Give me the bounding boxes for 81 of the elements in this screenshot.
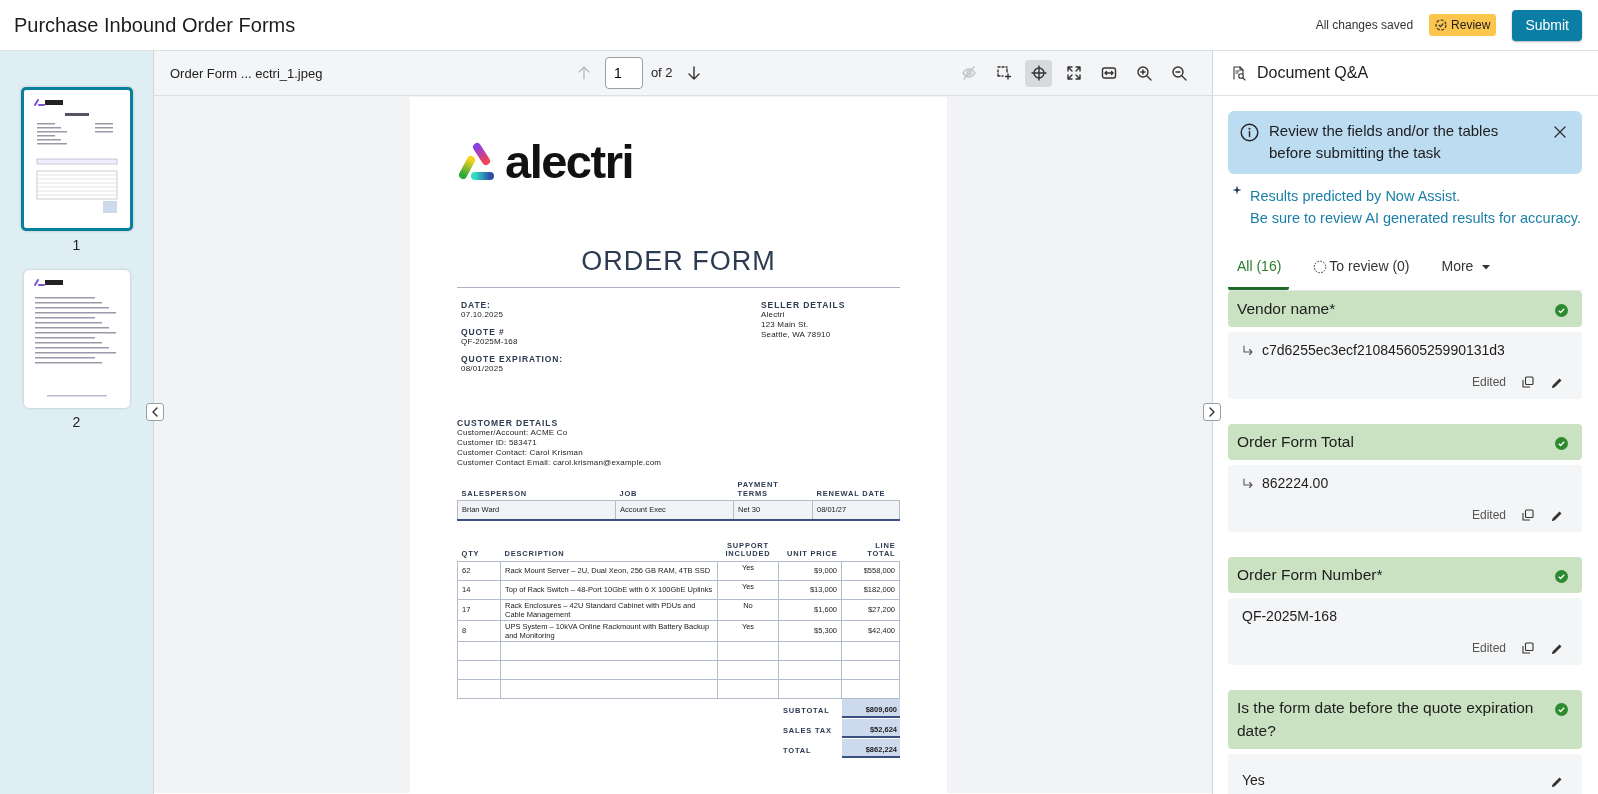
clock-check-icon	[1435, 19, 1448, 31]
copy-icon	[1522, 376, 1534, 388]
edit-status: Edited	[1471, 507, 1506, 524]
close-icon	[1554, 126, 1566, 138]
copy-button[interactable]	[1522, 509, 1534, 521]
return-arrow-icon	[1242, 477, 1254, 490]
field-value: 08/01/2025	[461, 364, 505, 374]
pencil-icon	[1550, 376, 1562, 388]
crosshair-tool[interactable]	[1025, 59, 1052, 87]
field-value: QF-2025M-168	[1242, 607, 1337, 626]
down-arrow-icon	[686, 65, 701, 81]
customer-detail: Customer Contact Email: carol.krisman@example.com	[457, 458, 663, 468]
chevron-right-icon	[1208, 407, 1216, 417]
field-label: Order Form Number*	[1237, 565, 1383, 585]
zoom-in-icon	[1135, 65, 1152, 81]
fit-width-icon	[1100, 65, 1117, 81]
collapse-panel-button[interactable]	[1203, 403, 1221, 421]
page-total: of 2	[650, 64, 673, 83]
info-icon	[1240, 123, 1259, 142]
expand-icon	[1065, 65, 1082, 81]
up-arrow-icon	[576, 65, 591, 81]
caret-icon	[1481, 263, 1492, 270]
company-logo-text: alectri	[505, 138, 633, 185]
crosshair-icon	[1030, 65, 1047, 81]
submit-button[interactable]: Submit	[1512, 9, 1582, 41]
customer-detail: Customer Contact: Carol Krisman	[457, 448, 584, 458]
copy-button[interactable]	[1522, 642, 1534, 654]
selection-icon	[995, 65, 1012, 81]
edit-button[interactable]	[1550, 376, 1562, 388]
page-title: Purchase Inbound Order Forms	[14, 13, 296, 37]
field-label: Order Form Total	[1237, 432, 1354, 452]
pencil-icon	[1550, 642, 1562, 654]
page-number: 1	[72, 236, 81, 255]
zoom-out-icon	[1170, 65, 1187, 81]
filter-tab[interactable]: More	[1432, 252, 1500, 290]
filter-tab[interactable]: To review (0)	[1304, 252, 1418, 290]
field-value: 07.10.2025	[461, 310, 505, 320]
field-label: QUOTE EXPIRATION:	[461, 354, 565, 364]
section-heading: CUSTOMER DETAILS	[457, 418, 559, 428]
page-thumbnail[interactable]	[20, 87, 133, 231]
page-input[interactable]: 1	[604, 57, 643, 89]
sparkle-icon	[1232, 185, 1242, 195]
field-value: c7d6255ec3ecf21084560525990131d3	[1262, 341, 1505, 360]
file-name: Order Form ... ectri_1.jpeg	[170, 66, 323, 81]
field-label: Is the form date before the quote expiration date?	[1237, 698, 1535, 741]
copy-icon	[1522, 642, 1534, 654]
page-number: 2	[72, 413, 81, 432]
field-value: Yes	[1242, 771, 1265, 790]
save-status: All changes saved	[1315, 17, 1414, 34]
edit-button[interactable]	[1550, 642, 1562, 654]
field-label: Vendor name*	[1237, 299, 1336, 319]
field-label: DATE:	[461, 300, 492, 310]
document-search-icon	[1231, 65, 1247, 81]
return-arrow-icon	[1242, 344, 1254, 357]
edit-status: Edited	[1471, 374, 1506, 391]
address-line: 123 Main St.	[761, 320, 810, 330]
edit-status: Edited	[1471, 640, 1506, 657]
notice-text: Results predicted by Now Assist.	[1250, 187, 1462, 206]
field-value: 862224.00	[1262, 474, 1329, 493]
address-line: Alectri	[761, 310, 786, 320]
edit-button[interactable]	[1550, 509, 1562, 521]
customer-detail: Customer ID: 583471	[457, 438, 538, 448]
chevron-left-icon	[151, 407, 159, 417]
hidden-icon	[960, 65, 977, 81]
customer-detail: Customer/Account: ACME Co	[457, 428, 569, 438]
pencil-icon	[1550, 509, 1562, 521]
section-heading: SELLER DETAILS	[761, 300, 846, 310]
badge-label: Review	[1451, 17, 1491, 34]
alert-message: Review the fields and/or the tables before submitting the task	[1269, 121, 1500, 163]
copy-icon	[1522, 509, 1534, 521]
field-value: QF-2025M-168	[461, 337, 519, 347]
close-button[interactable]	[1554, 126, 1566, 138]
dashed-circle-icon	[1313, 259, 1328, 274]
panel-title: Document Q&A	[1257, 63, 1369, 83]
field-label: QUOTE #	[461, 327, 506, 337]
logo-mark-icon	[457, 141, 497, 182]
address-line: Seattle, WA 78910	[761, 330, 832, 340]
copy-button[interactable]	[1522, 376, 1534, 388]
form-title: ORDER FORM	[580, 245, 777, 277]
notice-text: Be sure to review AI generated results for accuracy.	[1250, 209, 1581, 228]
collapse-thumbnails-button[interactable]	[146, 403, 164, 421]
